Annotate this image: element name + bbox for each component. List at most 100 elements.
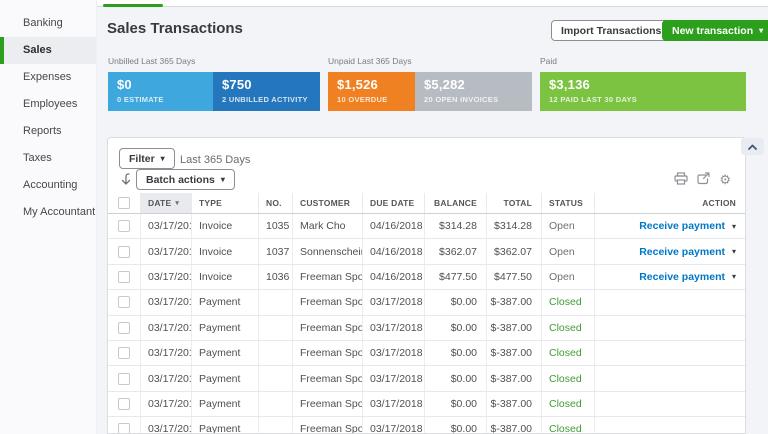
row-balance: $0.00: [424, 315, 486, 340]
money-bar-segment[interactable]: $750 2 UNBILLED ACTIVITY: [213, 72, 320, 111]
row-date: 03/17/2018: [140, 315, 191, 340]
column-header-label: STATUS: [549, 198, 583, 208]
page-title: Sales Transactions: [107, 20, 243, 37]
table-row[interactable]: 03/17/2018PaymentFreeman Sporti...03/17/…: [108, 340, 745, 367]
column-header-type[interactable]: TYPE: [191, 193, 258, 213]
table-row[interactable]: 03/17/2018PaymentFreeman Sporti...03/17/…: [108, 315, 745, 341]
sidebar-item-accounting[interactable]: Accounting: [0, 172, 96, 199]
row-type: Payment: [191, 340, 258, 366]
row-date: 03/17/2018: [140, 340, 191, 366]
row-status: Closed: [541, 366, 594, 391]
row-due-date: 03/17/2018: [362, 315, 424, 340]
row-balance: $362.07: [424, 239, 486, 264]
collapse-panel-button[interactable]: [741, 138, 764, 155]
money-bar-segment[interactable]: $0 0 ESTIMATE: [108, 72, 213, 111]
sidebar-item-my-accountant[interactable]: My Accountant: [0, 199, 96, 226]
row-customer: Freeman Sporti...: [292, 340, 362, 366]
select-all-checkbox[interactable]: [118, 197, 130, 209]
row-total: $362.07: [486, 239, 541, 264]
column-header-customer[interactable]: CUSTOMER: [292, 193, 362, 213]
row-action-cell: [594, 391, 745, 417]
column-header-label: TOTAL: [503, 198, 532, 208]
money-bar-group: Paid $3,136 12 PAID LAST 30 DAYS: [540, 56, 746, 111]
action-chevron-down-icon[interactable]: ▾: [732, 247, 736, 256]
row-type: Invoice: [191, 214, 258, 239]
status-badge: Closed: [549, 423, 582, 433]
money-bar-group: Unpaid Last 365 Days $1,526 10 OVERDUE $5,2…: [328, 56, 532, 111]
row-checkbox[interactable]: [118, 270, 130, 283]
row-status: Open: [541, 214, 594, 239]
row-select-cell: [108, 239, 140, 263]
sidebar-item-employees[interactable]: Employees: [0, 91, 96, 118]
segment-amount: $750: [222, 77, 252, 92]
column-header-balance[interactable]: BALANCE: [424, 193, 486, 213]
money-bar-segments: $0 0 ESTIMATE $750 2 UNBILLED ACTIVITY: [108, 72, 320, 111]
row-date: 03/17/2018: [140, 391, 191, 417]
column-header-total[interactable]: TOTAL: [486, 193, 541, 213]
jump-to-bottom-icon[interactable]: [121, 173, 131, 191]
sidebar-item-label: Taxes: [23, 152, 52, 164]
column-header-status[interactable]: STATUS: [541, 193, 594, 213]
chevron-up-icon: [748, 144, 757, 150]
table-row[interactable]: 03/17/2018Invoice1035Mark Cho04/16/2018$…: [108, 214, 745, 240]
row-status: Closed: [541, 391, 594, 417]
row-type: Invoice: [191, 239, 258, 264]
row-checkbox[interactable]: [118, 245, 130, 258]
select-all-cell: [108, 193, 140, 213]
receive-payment-link[interactable]: Receive payment: [639, 220, 725, 232]
row-status: Closed: [541, 315, 594, 340]
segment-caption: 2 UNBILLED ACTIVITY: [222, 95, 308, 104]
print-icon[interactable]: [674, 172, 688, 187]
receive-payment-link[interactable]: Receive payment: [639, 271, 725, 283]
table-row[interactable]: 03/17/2018PaymentFreeman Sporti...03/17/…: [108, 391, 745, 418]
row-total: $477.50: [486, 264, 541, 290]
gear-icon[interactable]: ⚙: [719, 173, 731, 186]
table-row[interactable]: 03/17/2018PaymentFreeman Sporti...03/17/…: [108, 417, 745, 433]
column-header-date[interactable]: DATE ▾: [140, 193, 191, 213]
row-date: 03/17/2018: [140, 417, 191, 433]
money-bar-group-label: Unpaid Last 365 Days: [328, 56, 412, 66]
table-row[interactable]: 03/17/2018Invoice1036Freeman Sporti...04…: [108, 264, 745, 291]
column-header-label: DUE DATE: [370, 198, 415, 208]
sidebar-item-expenses[interactable]: Expenses: [0, 64, 96, 91]
active-tab-underline: [103, 4, 163, 7]
main-content: Sales Transactions Import Transactions ▾…: [97, 0, 768, 434]
money-bar-segment[interactable]: $1,526 10 OVERDUE: [328, 72, 415, 111]
row-action-cell: [594, 366, 745, 391]
receive-payment-link[interactable]: Receive payment: [639, 246, 725, 258]
new-transaction-label: New transaction: [672, 24, 754, 37]
row-due-date: 03/17/2018: [362, 290, 424, 315]
row-select-cell: [108, 392, 140, 416]
row-checkbox[interactable]: [118, 397, 130, 410]
action-chevron-down-icon[interactable]: ▾: [732, 222, 736, 231]
status-badge: Closed: [549, 347, 582, 360]
table-row[interactable]: 03/17/2018Invoice1037Sonnenschein ...04/…: [108, 239, 745, 265]
sidebar-item-reports[interactable]: Reports: [0, 118, 96, 145]
column-header-no[interactable]: NO.: [258, 193, 292, 213]
status-badge: Open: [549, 245, 575, 258]
row-checkbox[interactable]: [118, 296, 130, 309]
action-chevron-down-icon[interactable]: ▾: [732, 272, 736, 281]
filter-button[interactable]: Filter ▾: [119, 148, 175, 169]
row-balance: $0.00: [424, 391, 486, 417]
chevron-down-icon: ▾: [759, 25, 764, 35]
row-checkbox[interactable]: [118, 372, 130, 385]
row-checkbox[interactable]: [118, 347, 130, 360]
sidebar-item-sales[interactable]: Sales: [0, 37, 96, 64]
column-header-duedate[interactable]: DUE DATE: [362, 193, 424, 213]
export-icon[interactable]: [697, 172, 710, 187]
sidebar-item-label: Employees: [23, 98, 78, 110]
row-checkbox[interactable]: [118, 220, 130, 233]
table-row[interactable]: 03/17/2018PaymentFreeman Sporti...03/17/…: [108, 366, 745, 392]
row-type: Payment: [191, 391, 258, 417]
sidebar-item-taxes[interactable]: Taxes: [0, 145, 96, 172]
column-header-action[interactable]: ACTION: [594, 193, 745, 213]
money-bar-segment[interactable]: $5,282 20 OPEN INVOICES: [415, 72, 532, 111]
sidebar-item-banking[interactable]: Banking: [0, 10, 96, 37]
money-bar-segment[interactable]: $3,136 12 PAID LAST 30 DAYS: [540, 72, 746, 111]
new-transaction-button[interactable]: New transaction ▾: [662, 20, 768, 41]
table-row[interactable]: 03/17/2018PaymentFreeman Sporti...03/17/…: [108, 290, 745, 316]
batch-actions-button[interactable]: Batch actions ▾: [136, 169, 235, 190]
row-checkbox[interactable]: [118, 321, 130, 334]
row-checkbox[interactable]: [118, 423, 130, 433]
